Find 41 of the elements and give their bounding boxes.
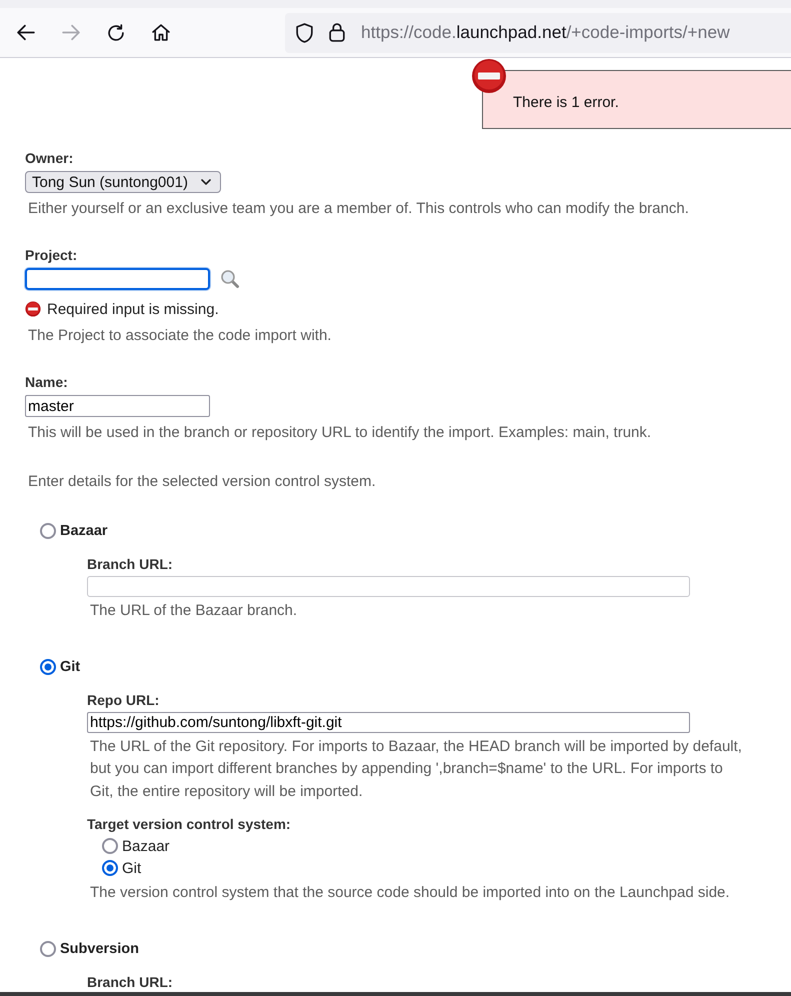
address-bar[interactable]: https://code.launchpad.net/+code-imports/+new [285,12,791,52]
field-label: Branch URL: [87,974,174,990]
help-text: The URL of the Git repository. For imports to Bazaar, the HEAD branch will be imported by default, but you can import different branches by appending ',branch=$name' to the URL. For imports to Git, the entire repository will be imported. [89,736,743,802]
arrow-left-icon [17,24,35,41]
help-text: The version control system that the source code should be imported into on the Launchpad side. [89,883,731,903]
radio-label[interactable]: Bazaar [122,838,170,854]
reload-icon [107,24,125,41]
help-text: The URL of the Bazaar branch. [89,601,298,621]
error-banner-message: There is 1 error. [513,94,619,111]
home-icon [152,24,170,41]
field-label: Owner: [25,150,74,167]
url-text[interactable]: https://code.launchpad.net/+code-imports/+new [361,22,730,43]
help-text: Either yourself or an exclusive team you are a member of. This controls who can modify the branch. [27,199,690,219]
radio-button[interactable] [40,658,56,674]
dropdown-select[interactable]: Tong Sun (suntong001) [25,171,221,193]
lock-icon[interactable] [329,23,345,42]
radio-button[interactable] [40,523,56,539]
help-text: The Project to associate the code import with. [27,326,332,346]
field-label: Target version control system: [87,816,292,833]
radio-label[interactable]: Git [60,658,80,674]
arrow-right-icon [62,24,80,41]
field-label: Repo URL: [87,692,160,708]
text-input-field[interactable]: master [25,395,210,417]
chevron-down-icon [200,179,211,185]
shield-icon[interactable] [296,22,313,42]
radio-button[interactable] [40,940,56,956]
field-label: Branch URL: [87,556,174,573]
url-input-field[interactable]: https://github.com/suntong/libxft-git.git [87,712,690,732]
section-intro-text: Enter details for the selected version control system. [27,472,377,492]
field-label: Name: [25,374,69,391]
radio-button[interactable] [102,860,118,876]
radio-button[interactable] [102,838,118,854]
radio-label[interactable]: Bazaar [60,523,108,539]
radio-label[interactable]: Subversion [60,940,139,956]
field-label: Project: [25,247,78,264]
help-text: This will be used in the branch or repository URL to identify the import. Examples: main, trunk. [27,423,652,443]
lookup-input-field[interactable] [25,268,210,290]
radio-label[interactable]: Git [122,860,142,876]
error-message: Required input is missing. [47,300,219,318]
search-icon[interactable] [220,269,240,289]
no-entry-icon [25,301,41,317]
